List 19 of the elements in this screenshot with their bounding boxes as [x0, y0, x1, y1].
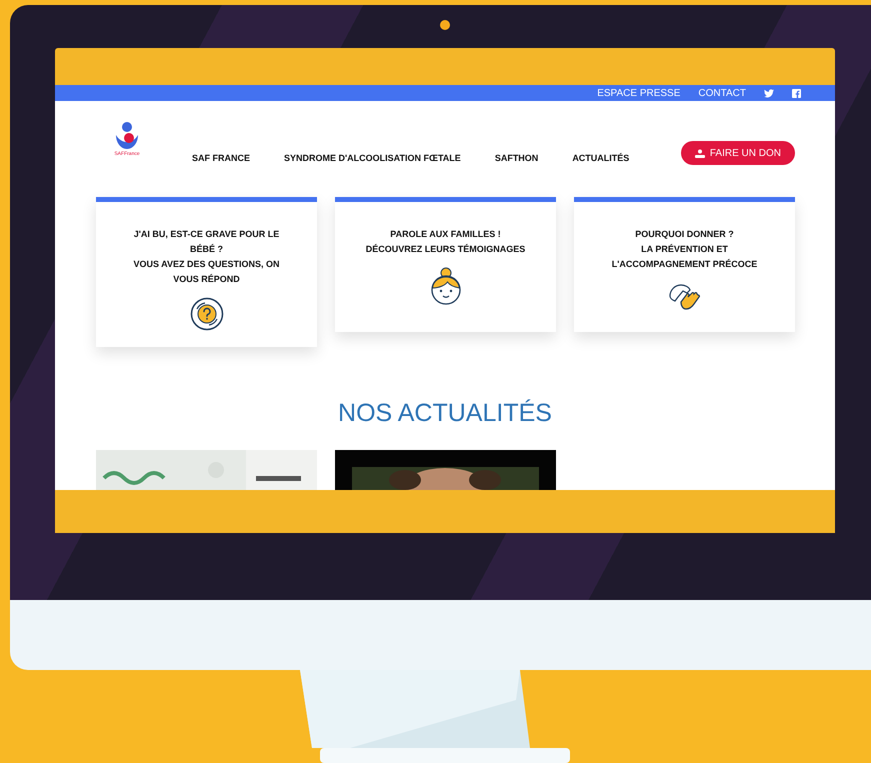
section-title: NOS ACTUALITÉS	[337, 399, 553, 428]
camera-icon	[440, 20, 450, 30]
nav-link[interactable]: SAF FRANCE	[192, 153, 250, 164]
info-card[interactable]: POURQUOI DONNER ? LA PRÉVENTION ET L'ACCOMPAGNEMENT PRÉCOCE	[574, 197, 795, 332]
question-icon	[190, 297, 224, 331]
info-card[interactable]: PAROLE AUX FAMILLES ! DÉCOUVREZ LEURS TÉMOIGNAGES	[335, 197, 556, 332]
card-text: J'AI BU, EST-CE GRAVE POUR LE BÉBÉ ? VOUS AVEZ DES QUESTIONS, ON VOUS RÉPOND	[132, 228, 281, 286]
nav-link[interactable]: SAFTHON	[494, 153, 538, 164]
donate-icon	[694, 148, 705, 158]
top-link[interactable]: ESPACE PRESSE	[597, 88, 680, 99]
donate-button[interactable]: FAIRE UN DON	[680, 141, 795, 166]
nav-link[interactable]: SYNDROME D'ALCOOLISATION FŒTALE	[284, 153, 461, 164]
twitter-icon[interactable]	[764, 88, 774, 98]
top-link[interactable]: CONTACT	[698, 88, 746, 99]
card-text: POURQUOI DONNER ? LA PRÉVENTION ET L'ACCOMPAGNEMENT PRÉCOCE	[610, 228, 758, 271]
nav-link[interactable]: ACTUALITÉS	[572, 153, 630, 164]
card-text: PAROLE AUX FAMILLES ! DÉCOUVREZ LEURS TÉMOIGNAGES	[366, 228, 526, 256]
facebook-icon[interactable]	[792, 88, 801, 98]
info-card[interactable]: J'AI BU, EST-CE GRAVE POUR LE BÉBÉ ? VOUS AVEZ DES QUESTIONS, ON VOUS RÉPOND	[96, 197, 317, 347]
